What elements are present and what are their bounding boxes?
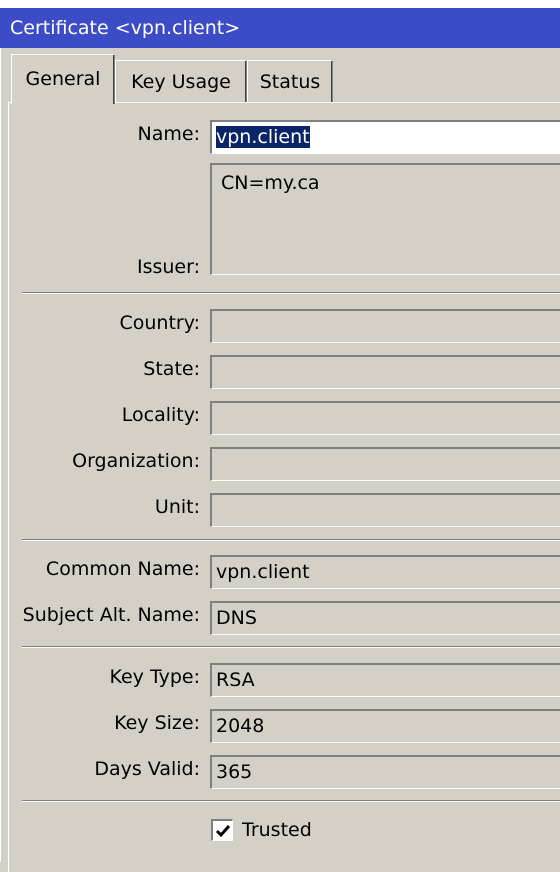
separator	[22, 646, 560, 648]
unit-label: Unit:	[154, 496, 200, 518]
country-label: Country:	[119, 312, 201, 334]
state-field[interactable]	[210, 355, 560, 389]
issuer-label: Issuer:	[136, 256, 200, 278]
days-valid-label: Days Valid:	[94, 758, 200, 780]
common-name-field[interactable]: vpn.client	[210, 555, 560, 589]
trusted-checkbox[interactable]	[211, 819, 233, 841]
separator	[22, 292, 560, 294]
unit-field[interactable]	[210, 493, 560, 527]
country-field[interactable]	[210, 309, 560, 343]
days-valid-field[interactable]: 365	[210, 755, 560, 789]
locality-label: Locality:	[121, 404, 200, 426]
subject-alt-name-field[interactable]: DNS	[210, 601, 560, 635]
common-name-value: vpn.client	[216, 561, 310, 583]
tab-general-label: General	[25, 68, 101, 90]
window-title: Certificate <vpn.client>	[10, 17, 241, 39]
name-field[interactable]: vpn.client	[210, 120, 560, 154]
trusted-label[interactable]: Trusted	[242, 819, 312, 841]
common-name-label: Common Name:	[45, 558, 200, 580]
organization-label: Organization:	[72, 450, 200, 472]
tab-status[interactable]: Status	[247, 60, 333, 102]
key-size-label: Key Size:	[114, 712, 200, 734]
key-size-field[interactable]: 2048	[210, 709, 560, 743]
separator	[22, 800, 560, 802]
issuer-value: CN=my.ca	[221, 172, 320, 194]
window-titlebar[interactable]: Certificate <vpn.client>	[0, 8, 560, 48]
tab-key-usage[interactable]: Key Usage	[115, 60, 247, 102]
days-valid-value: 365	[216, 761, 253, 783]
key-type-label: Key Type:	[109, 666, 200, 688]
window-left-edge	[0, 48, 5, 862]
subject-alt-name-value: DNS	[216, 607, 257, 629]
tab-general[interactable]: General	[11, 54, 115, 104]
name-value: vpn.client	[216, 126, 310, 148]
name-label: Name:	[137, 123, 200, 145]
tab-status-label: Status	[259, 71, 321, 93]
state-label: State:	[143, 358, 200, 380]
key-size-value: 2048	[216, 715, 265, 737]
organization-field[interactable]	[210, 447, 560, 481]
key-type-value: RSA	[216, 669, 255, 691]
locality-field[interactable]	[210, 401, 560, 435]
key-type-field[interactable]: RSA	[210, 663, 560, 697]
tab-key-usage-label: Key Usage	[131, 71, 231, 93]
subject-alt-name-label: Subject Alt. Name:	[22, 604, 200, 626]
checkmark-icon	[215, 825, 231, 838]
separator	[22, 539, 560, 541]
issuer-field[interactable]: CN=my.ca	[210, 163, 560, 275]
